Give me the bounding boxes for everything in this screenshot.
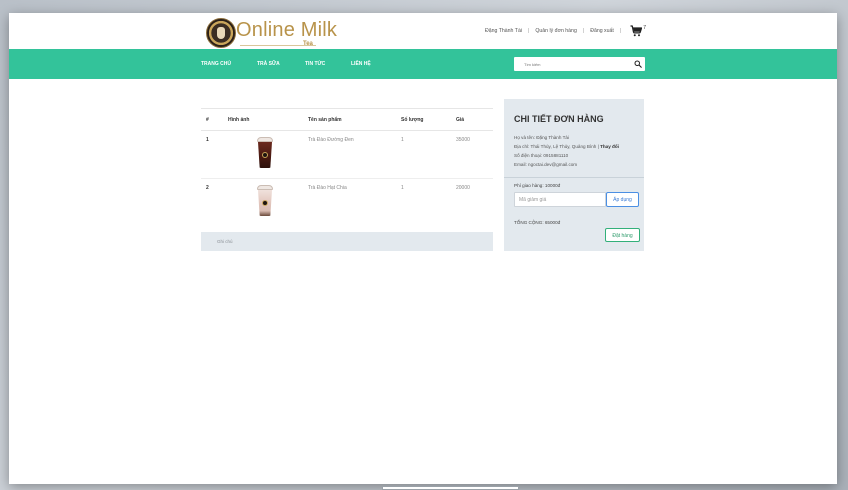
coupon-input[interactable]: Mã giảm giá [514,192,606,207]
customer-phone: Số điện thoại: 0915881110 [514,153,569,158]
panel-divider [504,177,644,178]
user-name-link[interactable]: Đặng Thành Tài [485,28,522,34]
manage-orders-link[interactable]: Quản lý đơn hàng [535,28,576,34]
shopping-cart-icon [630,25,643,37]
order-detail-title: CHI TIẾT ĐƠN HÀNG [514,114,604,124]
row-index: 2 [201,178,223,233]
order-total: TỔNG CỘNG: 65000đ [514,220,561,225]
nav-contact[interactable]: LIÊN HỆ [351,61,371,67]
product-image[interactable] [256,137,274,169]
account-links: Đặng Thành Tài | Quản lý đơn hàng | Đăng… [485,25,646,37]
link-separator: | [619,28,622,34]
logo-subtext: Tea [303,41,313,47]
cart-count-badge: 7 [643,25,646,31]
site-logo[interactable]: Online Milk Tea [206,18,337,48]
product-image-cell [223,130,303,179]
customer-address-line: Địa chỉ: Thái Thủy, Lệ Thủy, Quảng Bình … [514,142,619,151]
customer-email: Email: ngoctai.dev@gmail.com [514,162,578,167]
product-image-cell [223,178,303,233]
top-header: Online Milk Tea Đặng Thành Tài | Quản lý… [9,13,837,49]
apply-coupon-button[interactable]: Áp dụng [606,192,639,207]
main-navbar: TRANG CHỦ TRÀ SỮA TIN TỨC LIÊN HỆ [9,49,837,79]
cart-button[interactable]: 7 [630,25,646,37]
nav-news[interactable]: TIN TỨC [305,61,325,67]
product-name: Trà Đào Đường Đen [303,130,396,179]
column-header-image: Hình ảnh [223,108,303,131]
product-price: 35000 [451,130,493,179]
shipping-fee: Phí giao hàng: 10000đ [514,183,561,188]
link-separator: | [582,28,585,34]
search-box [514,57,645,71]
cart-table: # Hình ảnh Tên sản phẩm Số lượng Giá 1 T… [201,108,493,233]
logo-badge-icon [206,18,236,48]
order-note-field[interactable]: Ghi chú [201,232,493,251]
browser-window: Online Milk Tea Đặng Thành Tài | Quản lý… [9,13,837,484]
product-name: Trà Đào Hạt Chia [303,178,396,233]
logo-text: Online Milk [236,19,338,41]
product-price: 20000 [451,178,493,233]
column-header-product-name: Tên sản phẩm [303,108,396,131]
search-icon[interactable] [634,60,642,68]
change-address-link[interactable]: Thay đổi [600,144,619,149]
table-row: 1 Trà Đào Đường Đen 1 35000 [201,130,493,179]
column-header-quantity: Số lượng [396,108,451,131]
product-quantity: 1 [396,130,451,179]
link-separator: | [528,28,530,34]
taskbar-tab[interactable] [382,486,519,490]
customer-name: Họ và tên: Đặng Thành Tài [514,135,569,140]
product-image[interactable] [256,185,274,217]
logout-link[interactable]: Đăng xuất [590,28,614,34]
order-detail-panel: CHI TIẾT ĐƠN HÀNG Họ và tên: Đặng Thành … [504,99,644,251]
place-order-button[interactable]: Đặt hàng [605,228,640,242]
column-header-price: Giá [451,108,493,131]
customer-address: Địa chỉ: Thái Thủy, Lệ Thủy, Quảng Bình … [514,144,599,149]
column-header-index: # [201,108,223,131]
search-input[interactable] [514,57,632,71]
product-quantity: 1 [396,178,451,233]
cart-table-container: # Hình ảnh Tên sản phẩm Số lượng Giá 1 T… [201,108,493,233]
row-index: 1 [201,130,223,179]
customer-info: Họ và tên: Đặng Thành Tài Địa chỉ: Thái … [514,133,619,169]
nav-milk-tea[interactable]: TRÀ SỮA [257,61,280,67]
nav-home[interactable]: TRANG CHỦ [201,61,231,67]
table-row: 2 Trà Đào Hạt Chia 1 20000 [201,178,493,233]
table-header-row: # Hình ảnh Tên sản phẩm Số lượng Giá [201,108,493,131]
